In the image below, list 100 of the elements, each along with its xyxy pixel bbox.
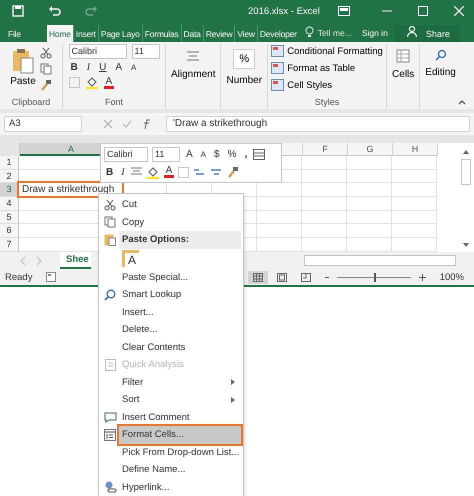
grid-cell[interactable]	[347, 197, 392, 211]
grid-cell[interactable]	[257, 224, 302, 238]
maximize-icon[interactable]	[418, 6, 428, 16]
name-box[interactable]: A3	[4, 116, 82, 132]
fill-color-icon[interactable]	[84, 76, 98, 89]
grid-cell[interactable]	[347, 156, 392, 170]
sheet-tab[interactable]: Shee	[60, 252, 91, 269]
save-icon[interactable]	[12, 5, 24, 17]
row-header[interactable]: 6	[0, 224, 19, 238]
grid-cell[interactable]	[257, 210, 302, 224]
page-layout-icon[interactable]	[276, 272, 287, 282]
font-name-dropdown[interactable]: Calibri	[104, 146, 148, 162]
row-header[interactable]: 5	[0, 210, 19, 224]
copy-icon[interactable]	[40, 63, 52, 75]
decrease-decimal-icon[interactable]	[210, 166, 224, 178]
row-header[interactable]: 4	[0, 197, 19, 211]
font-size-dropdown[interactable]: 11	[132, 44, 160, 59]
editing-button[interactable]: Editing	[423, 46, 458, 81]
menu-item[interactable]: Hyperlink...	[119, 478, 241, 496]
menu-item[interactable]: Pick From Drop-down List...	[119, 444, 246, 461]
alignment-button[interactable]: Alignment	[169, 46, 218, 83]
borders-icon[interactable]	[178, 166, 190, 178]
grid-cell[interactable]	[347, 210, 392, 224]
currency-button[interactable]: $	[212, 148, 222, 160]
menu-item[interactable]: Filter	[119, 374, 241, 391]
shrink-font-button[interactable]: A	[128, 63, 138, 72]
vertical-scrollbar[interactable]	[458, 143, 474, 252]
shrink-font-button[interactable]: A	[198, 150, 208, 158]
grid-cell[interactable]	[347, 170, 392, 184]
fill-color-icon[interactable]	[146, 166, 160, 178]
grid-cell[interactable]	[302, 197, 347, 211]
menu-item[interactable]: Insert Comment	[119, 408, 241, 426]
grow-font-button[interactable]: A	[184, 148, 195, 160]
ribbon-tab[interactable]: File	[6, 25, 23, 42]
grid-cell[interactable]	[257, 197, 302, 211]
menu-item[interactable]: Sort	[119, 391, 241, 408]
grid-cell[interactable]	[347, 224, 392, 238]
scroll-down-icon[interactable]	[462, 242, 470, 248]
grid-cell[interactable]	[302, 224, 347, 238]
scissors-icon[interactable]	[40, 47, 52, 59]
column-header[interactable]: F	[303, 143, 348, 156]
font-size-dropdown[interactable]: 11	[152, 146, 180, 162]
grid-cell[interactable]	[392, 156, 437, 170]
tell-me-field[interactable]: Tell me...	[318, 28, 352, 38]
menu-item[interactable]: Insert...	[119, 304, 241, 321]
undo-icon[interactable]	[48, 5, 62, 17]
table-icon[interactable]	[253, 148, 266, 160]
bold-button[interactable]: B	[104, 166, 116, 178]
page-break-icon[interactable]	[300, 272, 311, 282]
cancel-icon[interactable]	[104, 120, 112, 128]
scroll-up-icon[interactable]	[462, 149, 470, 155]
sign-in-link[interactable]: Sign in	[362, 28, 388, 38]
grid-cell[interactable]	[392, 210, 437, 224]
menu-item[interactable]: Format Cells...	[119, 426, 241, 444]
share-button[interactable]: Share	[394, 25, 460, 42]
format-painter-icon[interactable]	[40, 79, 52, 91]
grow-font-button[interactable]: A	[113, 62, 124, 73]
redo-icon[interactable]	[84, 5, 98, 17]
styles-button[interactable]: Cell Styles	[271, 78, 332, 92]
check-icon[interactable]	[122, 120, 132, 128]
grid-cell[interactable]	[347, 183, 392, 198]
font-color-button[interactable]: A	[104, 76, 114, 88]
font-name-dropdown[interactable]: Calibri	[68, 44, 126, 59]
italic-button[interactable]: I	[119, 166, 127, 178]
grid-cell[interactable]	[392, 183, 437, 198]
number-button[interactable]: % Number	[224, 46, 264, 89]
grid-cell[interactable]	[302, 210, 347, 224]
paste-option-button[interactable]: A	[122, 250, 140, 267]
zoom-thumb[interactable]	[374, 272, 376, 282]
increase-decimal-icon[interactable]	[193, 166, 206, 178]
styles-button[interactable]: Conditional Formatting	[271, 44, 383, 58]
grid-cell[interactable]	[302, 156, 347, 170]
format-painter-icon[interactable]	[227, 166, 240, 178]
percent-button[interactable]: %	[226, 148, 238, 160]
horizontal-scrollbar[interactable]	[304, 255, 456, 266]
row-header[interactable]: 1	[0, 156, 19, 170]
menu-item[interactable]: Clear Contents	[119, 338, 241, 356]
menu-item[interactable]: Delete...	[119, 321, 241, 338]
column-header[interactable]: G	[348, 143, 393, 156]
column-header[interactable]: H	[393, 143, 438, 156]
bold-button[interactable]: B	[68, 62, 80, 73]
grid-cell[interactable]	[392, 170, 437, 184]
grid-cell[interactable]	[302, 170, 347, 184]
menu-item[interactable]: Cut	[119, 196, 241, 214]
borders-icon[interactable]	[68, 77, 80, 88]
function-icon[interactable]	[142, 119, 152, 129]
styles-button[interactable]: Format as Table	[271, 61, 356, 75]
font-color-button[interactable]: A	[164, 166, 174, 178]
select-all-corner[interactable]	[0, 143, 20, 156]
italic-button[interactable]: I	[84, 62, 92, 73]
menu-item[interactable]: Copy	[119, 214, 241, 231]
menu-item[interactable]: Paste Special...	[119, 268, 241, 286]
scroll-thumb[interactable]	[461, 159, 471, 185]
next-sheet-icon[interactable]	[36, 256, 42, 264]
underline-button[interactable]: U	[97, 62, 108, 73]
normal-view-button[interactable]	[248, 270, 268, 284]
row-header[interactable]: 2	[0, 170, 19, 184]
macro-record-icon[interactable]	[46, 272, 56, 282]
row-header[interactable]: 7	[0, 238, 19, 252]
paste-button[interactable]: Paste	[10, 44, 36, 97]
